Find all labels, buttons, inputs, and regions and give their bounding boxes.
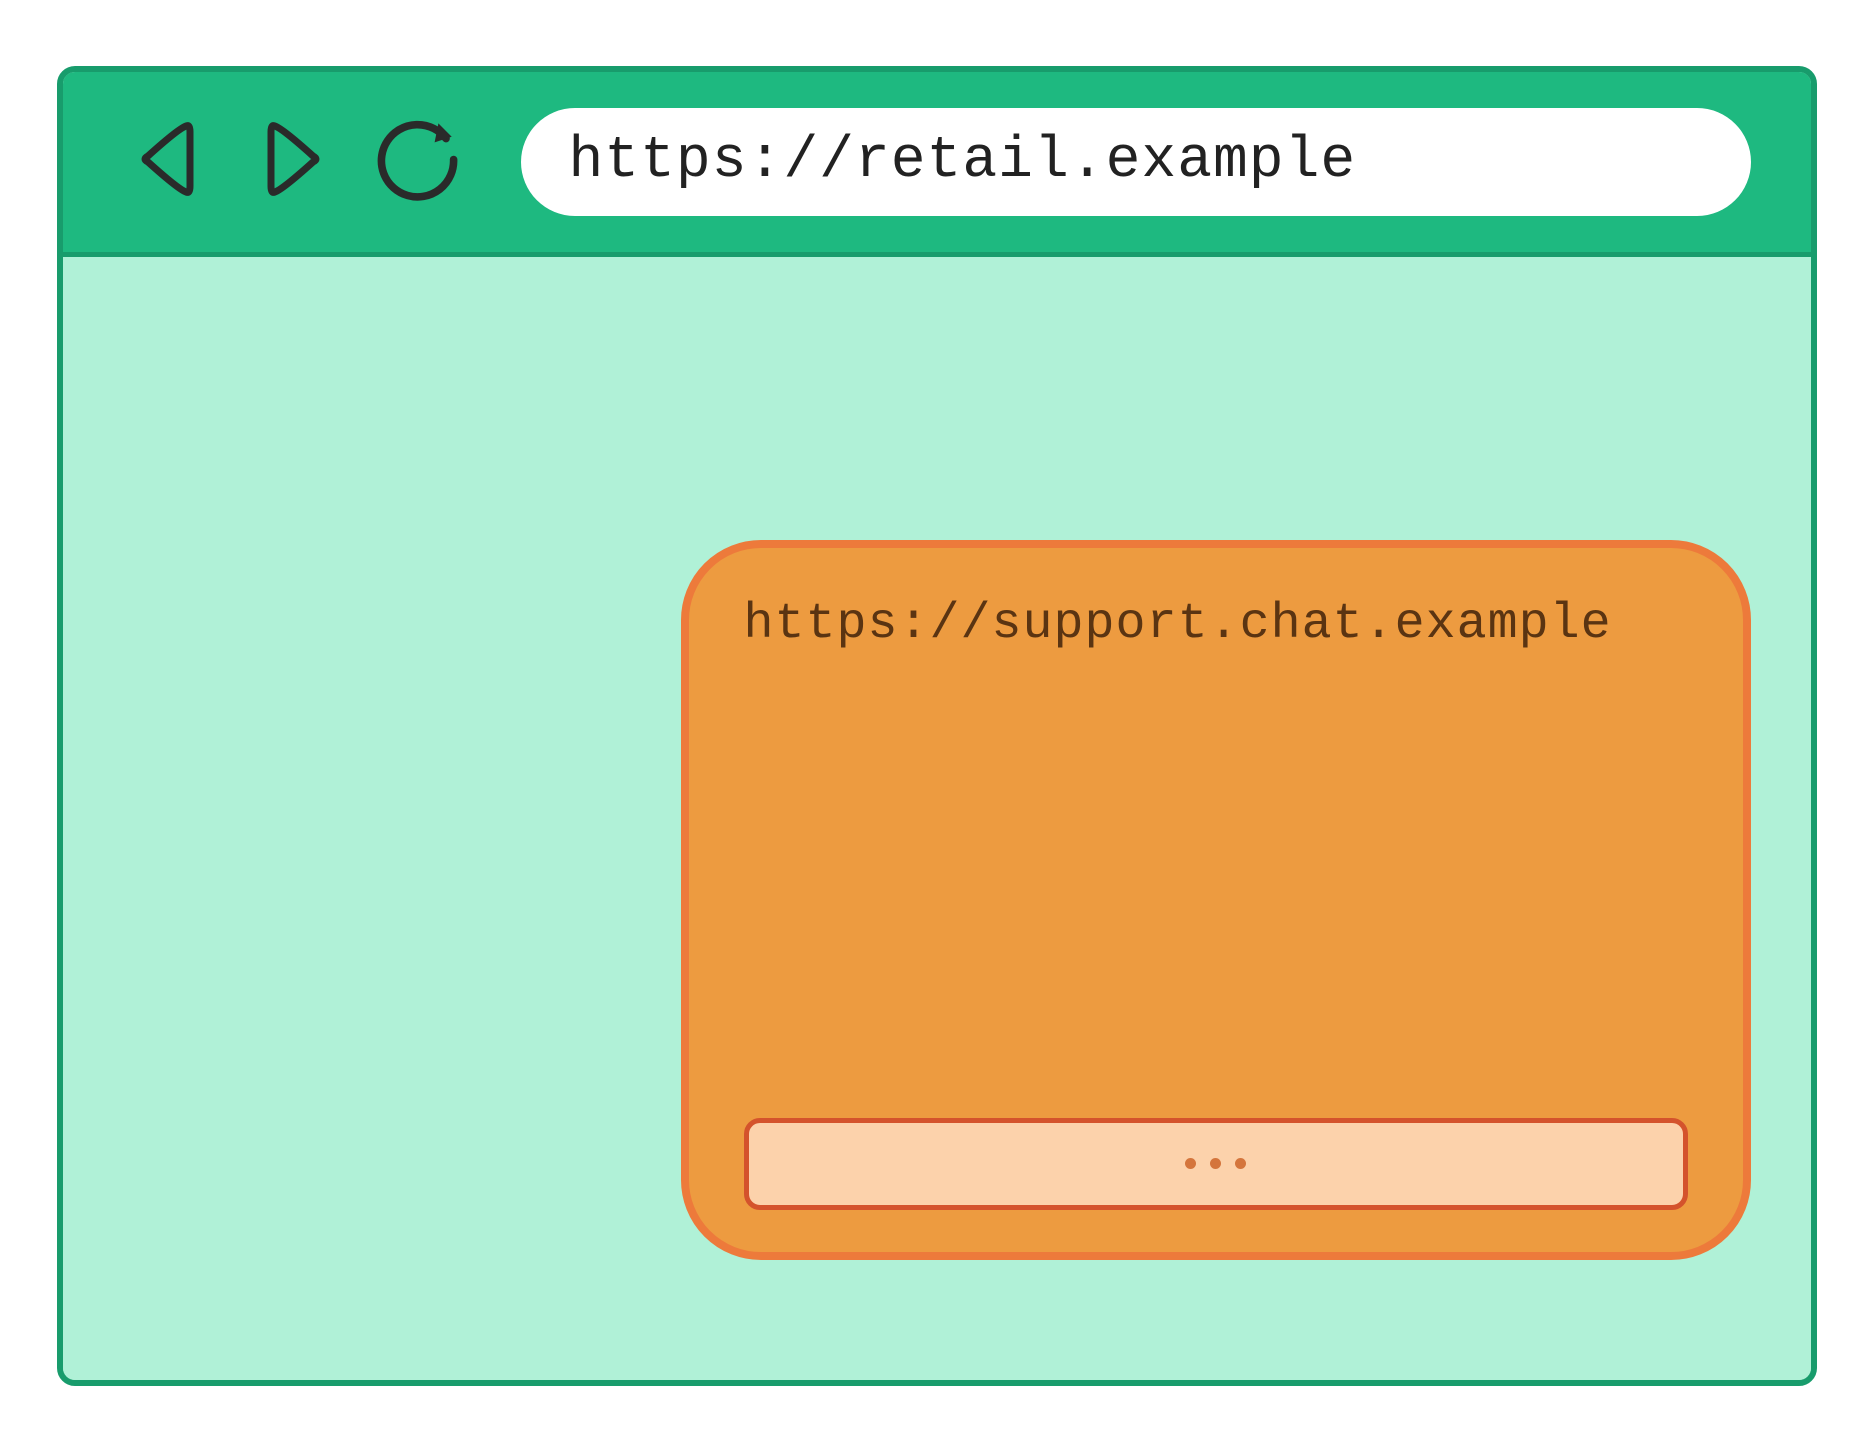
forward-button[interactable] — [248, 117, 338, 207]
chat-origin-label: https://support.chat.example — [744, 596, 1688, 653]
address-bar[interactable]: https://retail.example — [521, 108, 1751, 216]
typing-dot-icon — [1235, 1158, 1246, 1169]
chat-input[interactable] — [744, 1118, 1688, 1210]
reload-icon — [370, 112, 465, 212]
back-icon — [128, 114, 208, 209]
nav-button-group — [123, 117, 463, 207]
browser-toolbar: https://retail.example — [63, 72, 1811, 257]
address-url: https://retail.example — [569, 129, 1357, 194]
forward-icon — [253, 114, 333, 209]
browser-window: https://retail.example https://support.c… — [57, 66, 1817, 1386]
back-button[interactable] — [123, 117, 213, 207]
reload-button[interactable] — [373, 117, 463, 207]
typing-dot-icon — [1185, 1158, 1196, 1169]
page-viewport: https://support.chat.example — [63, 257, 1811, 1380]
typing-dot-icon — [1210, 1158, 1221, 1169]
chat-widget-iframe[interactable]: https://support.chat.example — [681, 540, 1751, 1260]
